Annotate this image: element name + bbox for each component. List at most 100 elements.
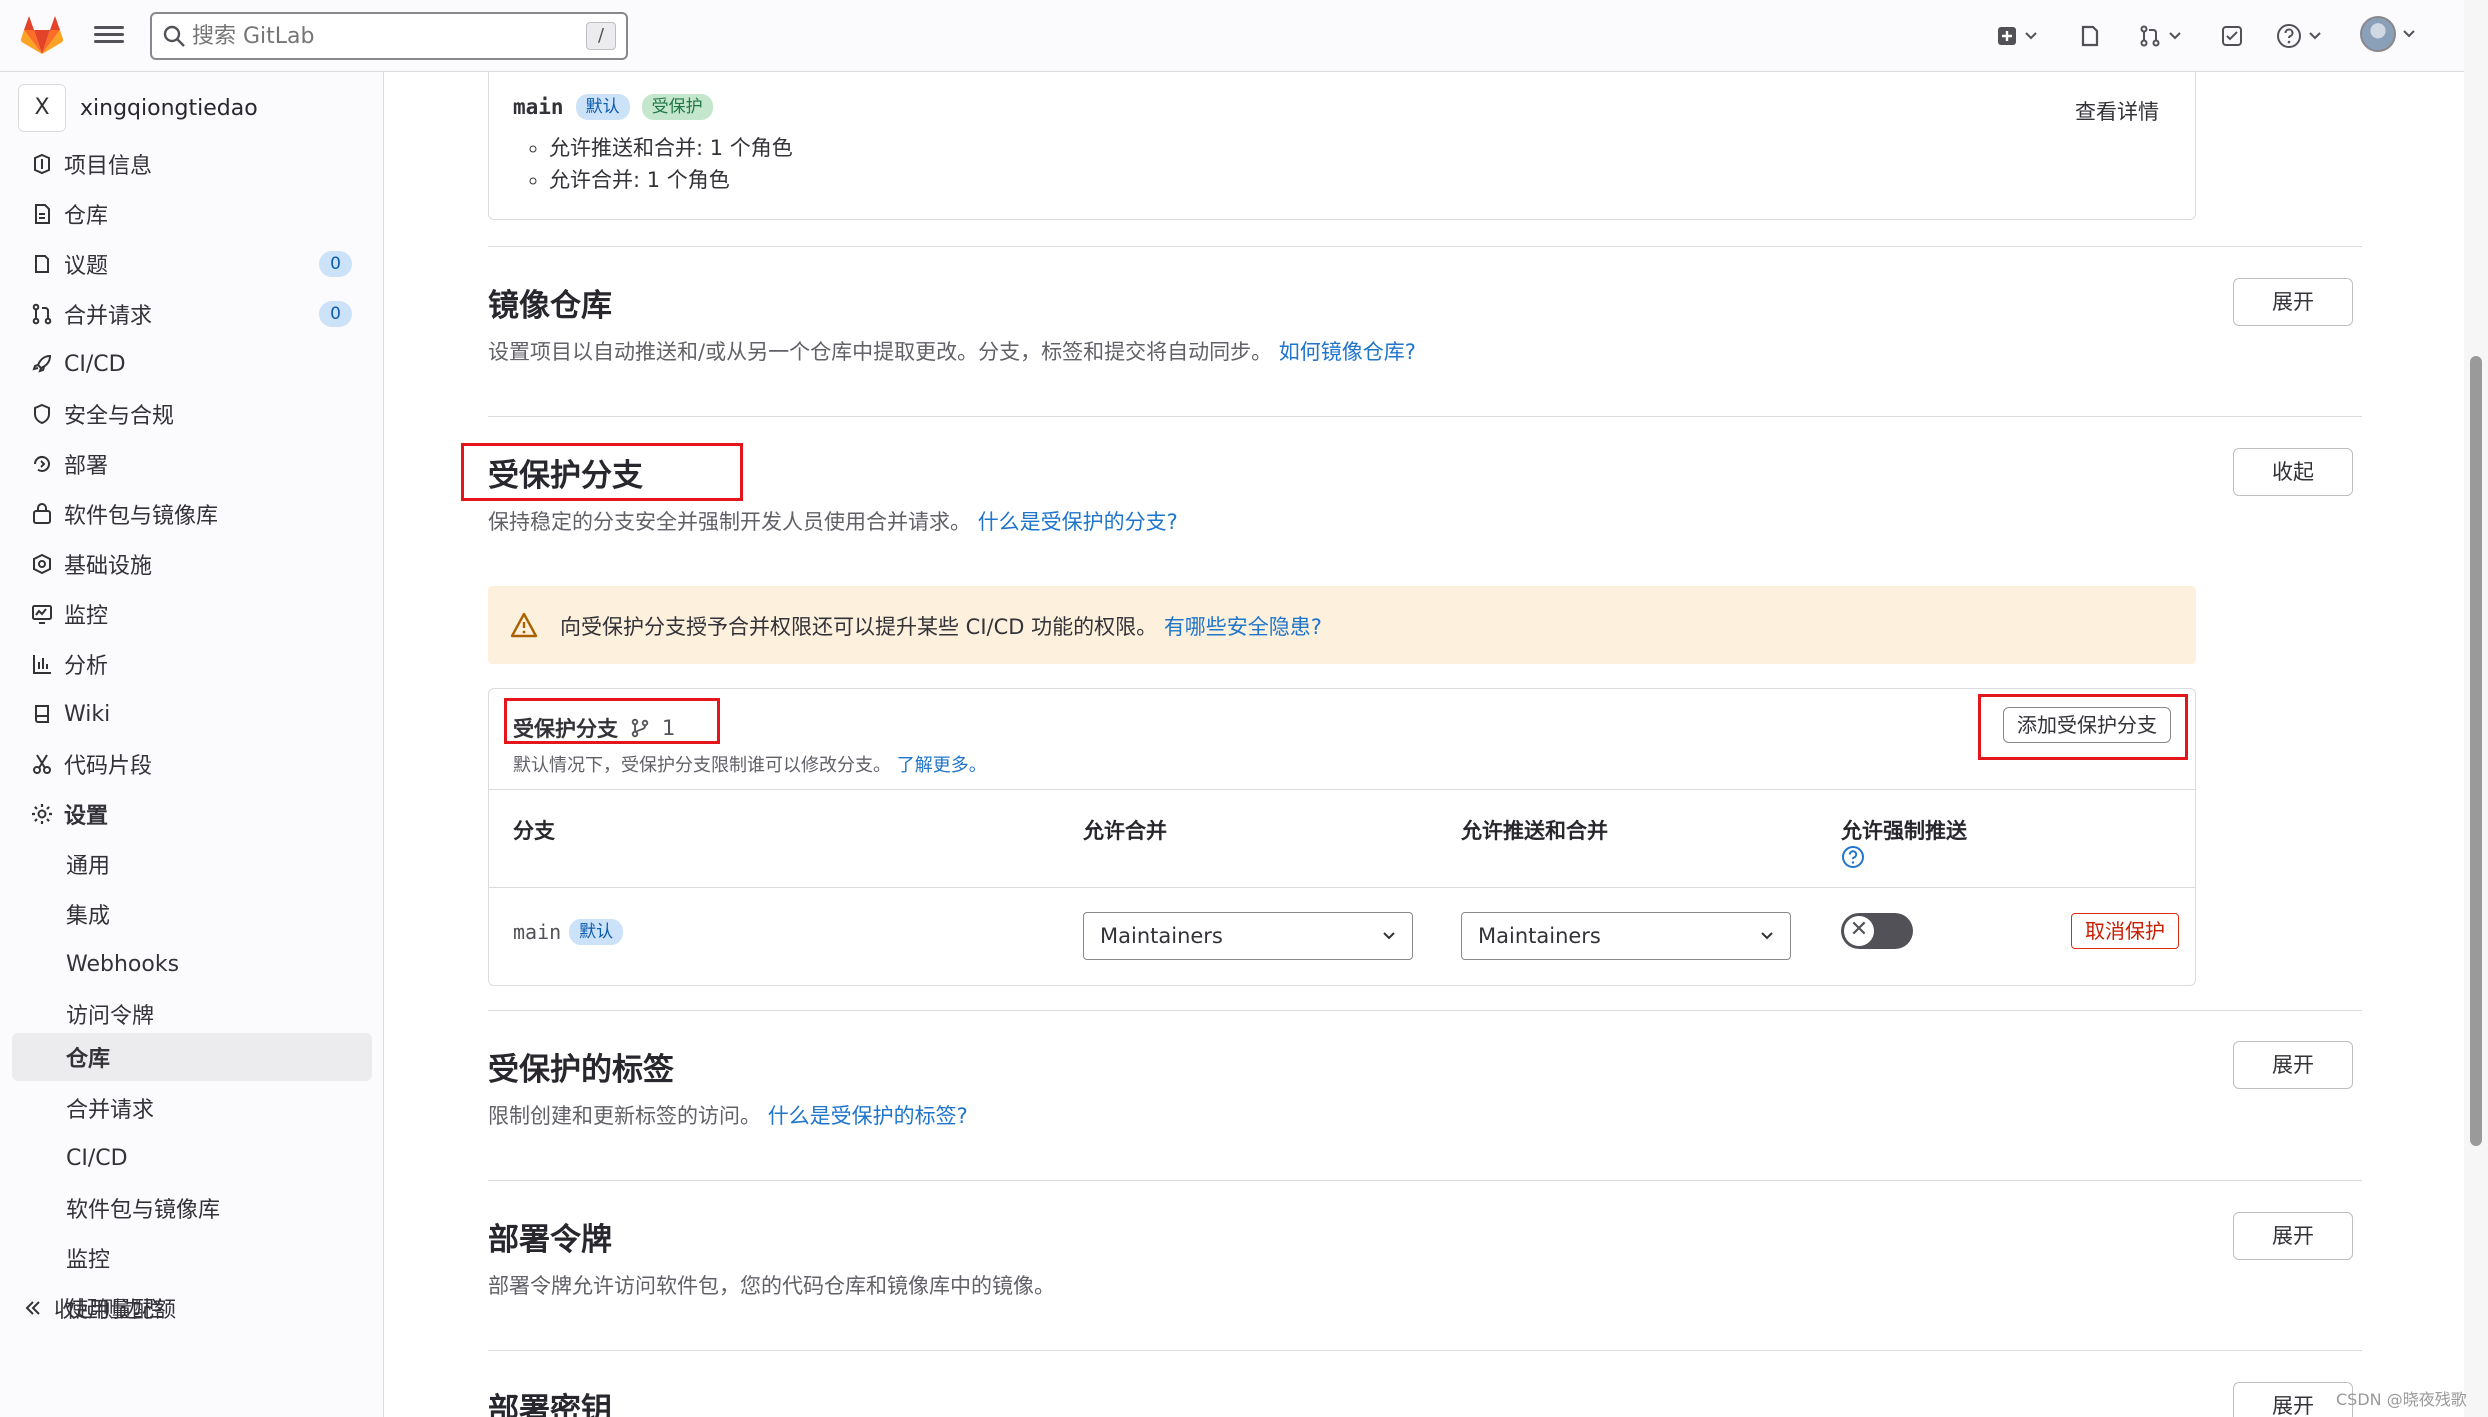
sidebar-item-settings[interactable]: 设置	[12, 791, 372, 837]
project-header[interactable]: X xingqiongtiedao	[18, 82, 258, 134]
sidebar-subitem-repository[interactable]: 仓库	[12, 1033, 372, 1081]
learn-more-link[interactable]: 了解更多。	[897, 755, 987, 776]
column-header-allowed-to-merge: 允许合并	[1083, 819, 1167, 843]
project-avatar: X	[18, 84, 66, 132]
todos-button[interactable]	[2220, 20, 2244, 52]
protected-tags-help-link[interactable]: 什么是受保护的标签?	[768, 1104, 968, 1128]
sidebar-item-analytics[interactable]: 分析	[12, 641, 372, 687]
top-bar: /	[0, 0, 2464, 72]
list-item: 允许推送和合并: 1 个角色	[549, 132, 793, 164]
merge-request-icon	[28, 300, 56, 328]
question-circle-icon[interactable]	[1841, 845, 1865, 869]
sidebar-item-security[interactable]: 安全与合规	[12, 391, 372, 437]
scissors-icon	[28, 750, 56, 778]
row-branch-name: main	[513, 920, 562, 944]
chevron-down-icon	[2025, 32, 2037, 40]
highlight-box	[1978, 694, 2188, 760]
warning-text: 向受保护分支授予合并权限还可以提升某些 CI/CD 功能的权限。 有哪些安全隐患…	[560, 615, 1322, 639]
protected-branches-collapse-button[interactable]: 收起	[2233, 448, 2353, 496]
row-default-badge: 默认	[569, 919, 624, 945]
sidebar-subitem-packages[interactable]: 软件包与镜像库	[12, 1185, 372, 1231]
divider	[488, 246, 2362, 247]
deploy-keys-expand-button[interactable]: 展开	[2233, 1382, 2353, 1417]
collapse-sidebar-button[interactable]: 收起侧边栏	[24, 1292, 164, 1324]
user-avatar	[2360, 16, 2396, 52]
mirror-expand-button[interactable]: 展开	[2233, 278, 2353, 326]
sidebar-subitem-integrations[interactable]: 集成	[12, 891, 372, 937]
settings-icon	[28, 800, 56, 828]
sidebar-item-deployments[interactable]: 部署	[12, 441, 372, 487]
protected-tags-expand-button[interactable]: 展开	[2233, 1041, 2353, 1089]
sidebar-item-repository[interactable]: 仓库	[12, 191, 372, 237]
search-input[interactable]	[192, 22, 562, 50]
view-details-link[interactable]: 查看详情	[2075, 96, 2159, 126]
sidebar-item-snippets[interactable]: 代码片段	[12, 741, 372, 787]
search-box[interactable]: /	[150, 12, 628, 60]
security-risks-link[interactable]: 有哪些安全隐患?	[1164, 615, 1322, 639]
gitlab-logo-icon[interactable]	[20, 16, 64, 56]
page-scrollbar[interactable]	[2464, 0, 2488, 1417]
menu-hamburger-icon[interactable]	[94, 22, 124, 50]
sidebar-subitem-merge-requests[interactable]: 合并请求	[12, 1085, 372, 1131]
issues-count-badge: 0	[319, 251, 352, 277]
merge-requests-button[interactable]	[2138, 20, 2182, 52]
warning-icon	[510, 612, 538, 638]
sidebar-item-wiki[interactable]: Wiki	[12, 691, 372, 737]
sidebar-subitem-general[interactable]: 通用	[12, 841, 372, 887]
sidebar-item-project-info[interactable]: 项目信息	[12, 141, 372, 187]
allowed-to-merge-select[interactable]: Maintainers	[1083, 912, 1413, 960]
deploy-tokens-expand-button[interactable]: 展开	[2233, 1212, 2353, 1260]
unprotect-button[interactable]: 取消保护	[2071, 913, 2179, 949]
document-icon	[28, 200, 56, 228]
search-icon	[163, 25, 185, 47]
search-shortcut-key: /	[586, 22, 616, 50]
book-icon	[28, 700, 56, 728]
sidebar-item-ci-cd[interactable]: CI/CD	[12, 341, 372, 387]
divider	[488, 1350, 2362, 1351]
info-icon	[28, 150, 56, 178]
list-item: 允许合并: 1 个角色	[549, 164, 793, 196]
sidebar: X xingqiongtiedao 项目信息 仓库 议题 0 合并请求 0 CI…	[0, 72, 384, 1417]
chevron-down-icon	[2309, 32, 2321, 40]
help-button[interactable]	[2276, 20, 2322, 52]
close-icon: ✕	[1844, 916, 1874, 946]
protected-badge: 受保护	[641, 94, 713, 120]
monitor-icon	[28, 600, 56, 628]
sidebar-item-packages[interactable]: 软件包与镜像库	[12, 491, 372, 537]
protected-branches-help-link[interactable]: 什么是受保护的分支?	[978, 510, 1178, 534]
column-header-allowed-to-push: 允许推送和合并	[1461, 819, 1608, 843]
allowed-to-push-select[interactable]: Maintainers	[1461, 912, 1791, 960]
user-menu-button[interactable]	[2360, 16, 2416, 52]
mirror-section-desc: 设置项目以自动推送和/或从另一个仓库中提取更改。分支，标签和提交将自动同步。 如…	[488, 340, 1416, 364]
merge-requests-count-badge: 0	[319, 301, 352, 327]
plus-square-icon	[1998, 27, 2016, 45]
column-header-branch: 分支	[513, 819, 555, 843]
sidebar-item-monitor[interactable]: 监控	[12, 591, 372, 637]
sidebar-subitem-access-tokens[interactable]: 访问令牌	[12, 991, 372, 1037]
sidebar-item-issues[interactable]: 议题 0	[12, 241, 372, 287]
protected-tags-desc: 限制创建和更新标签的访问。 什么是受保护的标签?	[488, 1104, 968, 1128]
issues-button[interactable]	[2078, 20, 2102, 52]
sidebar-item-merge-requests[interactable]: 合并请求 0	[12, 291, 372, 337]
divider	[489, 887, 2195, 888]
issues-icon	[28, 250, 56, 278]
warning-alert: 向受保护分支授予合并权限还可以提升某些 CI/CD 功能的权限。 有哪些安全隐患…	[488, 586, 2196, 664]
package-icon	[28, 500, 56, 528]
branch-rules-card: main 默认 受保护 允许推送和合并: 1 个角色 允许合并: 1 个角色 查…	[488, 72, 2196, 220]
mirror-help-link[interactable]: 如何镜像仓库?	[1279, 340, 1416, 364]
sidebar-subitem-monitor[interactable]: 监控	[12, 1235, 372, 1281]
sidebar-subitem-webhooks[interactable]: Webhooks	[12, 941, 372, 987]
merge-request-icon	[2140, 25, 2160, 47]
project-name: xingqiongtiedao	[80, 95, 258, 121]
sidebar-subitem-ci-cd[interactable]: CI/CD	[12, 1135, 372, 1181]
create-new-button[interactable]	[1996, 20, 2038, 52]
sidebar-item-infrastructure[interactable]: 基础设施	[12, 541, 372, 587]
rocket-icon	[28, 350, 56, 378]
cloud-gear-icon	[28, 550, 56, 578]
chevron-down-icon	[2403, 30, 2415, 38]
branch-rule-header: main 默认 受保护	[513, 94, 713, 120]
scrollbar-thumb[interactable]	[2470, 356, 2482, 1146]
force-push-toggle[interactable]: ✕	[1841, 913, 1913, 949]
divider	[488, 1010, 2362, 1011]
deploy-icon	[28, 450, 56, 478]
